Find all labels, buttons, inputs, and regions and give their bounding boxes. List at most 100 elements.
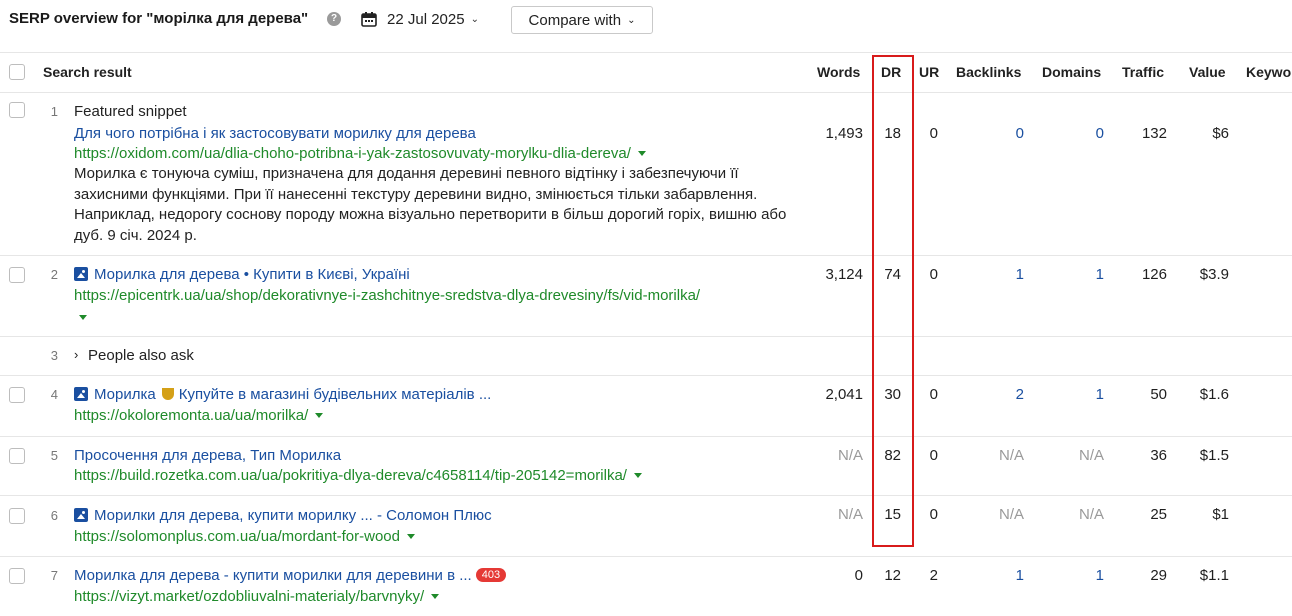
row-number: 4: [50, 387, 58, 402]
result-url[interactable]: https://solomonplus.com.ua/ua/mordant-fo…: [74, 528, 415, 545]
url-dropdown-icon[interactable]: [79, 315, 87, 320]
column-header-ur[interactable]: UR: [919, 64, 939, 80]
backlinks-value[interactable]: 0: [1016, 125, 1024, 142]
value-value: $1.1: [1199, 567, 1229, 584]
result-url-text[interactable]: https://oxidom.com/ua/dlia-choho-potribn…: [74, 145, 631, 162]
ur-value: 0: [929, 506, 938, 523]
ur-value: 2: [929, 567, 938, 584]
row-number: 7: [50, 568, 58, 583]
compare-with-button[interactable]: Compare with ⌄: [511, 6, 653, 34]
row-checkbox[interactable]: [9, 568, 25, 584]
divider: [0, 52, 1292, 53]
url-dropdown-icon[interactable]: [315, 413, 324, 418]
dr-column-highlight: [872, 55, 914, 547]
words-value: 3,124: [825, 266, 863, 283]
traffic-value: 132: [1141, 125, 1167, 142]
result-url-text[interactable]: https://build.rozetka.com.ua/ua/pokritiy…: [74, 467, 627, 484]
words-value: N/A: [837, 447, 863, 464]
result-title-text[interactable]: Морилка для дерева • Купити в Києві, Укр…: [94, 266, 410, 283]
result-title-link[interactable]: Морилка для дерева - купити морилки для …: [74, 567, 507, 584]
result-title-link[interactable]: Для чого потрібна і як застосовувати мор…: [74, 125, 476, 142]
column-header-domains[interactable]: Domains: [1042, 64, 1101, 80]
domains-value[interactable]: 1: [1096, 567, 1104, 584]
backlinks-value[interactable]: 1: [1016, 567, 1024, 584]
row-number: 3: [50, 348, 58, 363]
chevron-down-icon: ⌄: [470, 13, 479, 25]
select-all-checkbox[interactable]: [9, 64, 25, 80]
column-header-search-result: Search result: [43, 64, 132, 80]
image-icon: [74, 267, 88, 281]
page-header: SERP overview for "морілка для дерева" ?…: [0, 0, 1292, 40]
value-value: $1.6: [1199, 386, 1229, 403]
row-number: 5: [50, 448, 58, 463]
url-dropdown-icon[interactable]: [633, 473, 642, 478]
row-checkbox[interactable]: [9, 102, 25, 118]
domains-value: N/A: [1078, 506, 1104, 523]
domains-value[interactable]: 1: [1096, 266, 1104, 283]
backlinks-value[interactable]: 2: [1016, 386, 1024, 403]
column-header-keywords[interactable]: Keywo: [1246, 64, 1291, 80]
domains-value[interactable]: 0: [1096, 125, 1104, 142]
column-header-words[interactable]: Words: [817, 64, 860, 80]
calendar-icon: [361, 12, 377, 27]
divider: [0, 375, 1292, 376]
result-title-link[interactable]: Морилка Купуйте в магазині будівельних ма…: [74, 386, 491, 403]
traffic-value: 25: [1150, 506, 1167, 523]
trophy-icon: [161, 388, 174, 400]
result-title-text[interactable]: Морилка: [94, 386, 156, 403]
row-checkbox[interactable]: [9, 387, 25, 403]
words-value: N/A: [837, 506, 863, 523]
result-url-text[interactable]: https://solomonplus.com.ua/ua/mordant-fo…: [74, 528, 400, 545]
domains-value: N/A: [1078, 447, 1104, 464]
image-icon: [74, 508, 88, 522]
result-url[interactable]: https://vizyt.market/ozdobliuvalni-mater…: [74, 588, 440, 605]
divider: [0, 556, 1292, 557]
divider: [0, 436, 1292, 437]
row-checkbox[interactable]: [9, 508, 25, 524]
backlinks-value[interactable]: 1: [1016, 266, 1024, 283]
divider: [0, 255, 1292, 256]
date-value: 22 Jul 2025: [387, 10, 465, 28]
words-value: 1,493: [825, 125, 863, 142]
divider: [0, 495, 1292, 496]
column-header-traffic[interactable]: Traffic: [1122, 64, 1164, 80]
help-icon[interactable]: ?: [327, 12, 341, 26]
result-title-link[interactable]: Морилки для дерева, купити морилку ... -…: [74, 507, 492, 524]
domains-value[interactable]: 1: [1096, 386, 1104, 403]
traffic-value: 36: [1150, 447, 1167, 464]
words-value: 0: [854, 567, 863, 584]
dr-value: 12: [884, 567, 901, 584]
result-url[interactable]: https://build.rozetka.com.ua/ua/pokritiy…: [74, 467, 642, 484]
column-header-value[interactable]: Value: [1189, 64, 1226, 80]
result-url[interactable]: https://epicentrk.ua/ua/shop/dekorativny…: [74, 287, 700, 304]
result-title-text[interactable]: Морилка для дерева - купити морилки для …: [74, 567, 472, 584]
value-value: $3.9: [1199, 266, 1229, 283]
result-title-text[interactable]: Морилки для дерева, купити морилку ... -…: [94, 507, 492, 524]
row-number: 2: [50, 267, 58, 282]
result-title-text-2[interactable]: Купуйте в магазині будівельних матеріалі…: [179, 386, 492, 403]
row-checkbox[interactable]: [9, 267, 25, 283]
result-title-link[interactable]: Морилка для дерева • Купити в Києві, Укр…: [74, 266, 410, 283]
result-url-text[interactable]: https://okoloremonta.ua/ua/morilka/: [74, 407, 308, 424]
row-number: 1: [50, 104, 58, 119]
url-dropdown-icon[interactable]: [407, 534, 415, 539]
page-title: SERP overview for "морілка для дерева": [9, 10, 309, 27]
column-header-backlinks[interactable]: Backlinks: [956, 64, 1021, 80]
ur-value: 0: [929, 266, 938, 283]
result-title-link[interactable]: Просочення для дерева, Тип Морилка: [74, 447, 341, 464]
traffic-value: 29: [1150, 567, 1167, 584]
traffic-value: 50: [1150, 386, 1167, 403]
words-value: 2,041: [825, 386, 863, 403]
snippet-text: Морилка є тонуюча суміш, призначена для …: [74, 165, 787, 244]
result-url[interactable]: https://okoloremonta.ua/ua/morilka/: [74, 407, 324, 424]
url-dropdown-icon[interactable]: [431, 594, 440, 599]
featured-snippet-label: Featured snippet: [74, 103, 187, 120]
chevron-right-icon[interactable]: ›: [74, 347, 78, 362]
people-also-ask-label[interactable]: People also ask: [88, 347, 194, 364]
result-url[interactable]: https://oxidom.com/ua/dlia-choho-potribn…: [74, 145, 646, 162]
row-checkbox[interactable]: [9, 448, 25, 464]
date-picker[interactable]: 22 Jul 2025 ⌄: [361, 9, 479, 29]
url-dropdown-icon[interactable]: [637, 151, 646, 156]
result-url-text[interactable]: https://vizyt.market/ozdobliuvalni-mater…: [74, 588, 424, 605]
chevron-down-icon: ⌄: [627, 14, 636, 26]
